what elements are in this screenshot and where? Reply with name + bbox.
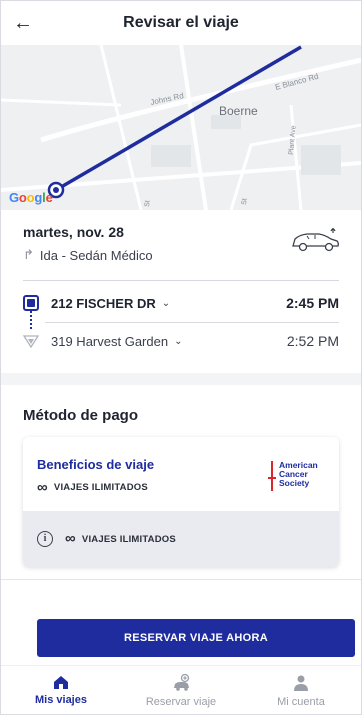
city-label: Boerne [219,104,258,118]
dropoff-address: 319 Harvest Garden [51,333,169,349]
sedan-car-icon [292,228,339,252]
car-plus-icon [174,674,190,691]
nav-item-my-account[interactable]: Mi cuenta [241,666,361,714]
payment-card[interactable]: Beneficios de viaje ∞ VIAJES ILIMITADOS … [23,437,339,567]
trip-summary: martes, nov. 28 ↱ Ida - Sedán Médico [1,210,361,280]
dropoff-stop[interactable]: 319 Harvest Garden ⌄ 2:52 PM [23,329,339,353]
divider [23,280,339,281]
info-unlimited-row: ∞ VIAJES ILIMITADOS [65,530,176,547]
page-title: Revisar el viaje [123,14,239,31]
pickup-square-icon [23,295,39,311]
section-spacer [1,373,361,385]
back-arrow-icon[interactable]: ← [13,13,35,33]
pickup-time: 2:45 PM [286,295,339,311]
book-ride-now-button[interactable]: RESERVAR VIAJE AHORA [37,619,355,657]
top-bar: ← Revisar el viaje [1,1,361,45]
pickup-stop[interactable]: 212 FISCHER DR ⌄ 2:45 PM [23,291,339,315]
route-dots [30,311,32,329]
google-logo: Google [9,190,53,205]
divider [45,322,339,323]
nav-label-my-account: Mi cuenta [277,696,325,708]
dropoff-time: 2:52 PM [286,333,339,349]
chevron-down-icon: ⌄ [174,335,183,347]
trip-type: Ida - Sedán Médico [39,247,153,263]
home-icon [54,676,68,689]
map-canvas: Johns Rd E Blanco Rd Plant Ave St St Boe… [1,45,361,210]
unlimited-rides-label: VIAJES ILIMITADOS [53,482,148,493]
street-label-st-1: St [241,198,249,205]
nav-item-my-trips[interactable]: Mis viajes [1,666,121,714]
route-map[interactable]: Johns Rd E Blanco Rd Plant Ave St St Boe… [1,45,361,210]
one-way-arrow-icon: ↱ [23,247,34,262]
payment-info-row: i ∞ VIAJES ILIMITADOS [23,511,339,567]
info-icon[interactable]: i [37,531,53,547]
nav-label-book-trip: Reservar viaje [145,696,217,708]
payment-card-header: Beneficios de viaje ∞ VIAJES ILIMITADOS … [23,437,339,511]
nav-label-my-trips: Mis viajes [35,694,87,706]
american-cancer-society-logo: American Cancer Society [267,461,329,497]
chevron-down-icon: ⌄ [161,297,171,309]
trip-stops: 212 FISCHER DR ⌄ 2:45 PM 319 Harvest Gar… [1,289,361,369]
infinity-icon: ∞ [37,478,48,496]
infinity-icon: ∞ [65,530,76,547]
street-label-st-2: St [144,200,152,207]
payment-title: Método de pago [23,407,138,424]
dropoff-marker-icon [23,333,39,349]
user-icon [294,675,308,691]
bottom-nav: Mis viajes Reservar viaje Mi cuenta [1,665,361,714]
app-screen: ← Revisar el viaje Johns Rd E Blanco Rd … [0,0,362,715]
info-unlimited-label: VIAJES ILIMITADOS [81,533,176,545]
pickup-address: 212 FISCHER DR [51,295,156,311]
nav-item-book-trip[interactable]: Reservar viaje [121,666,241,714]
divider [1,579,361,580]
